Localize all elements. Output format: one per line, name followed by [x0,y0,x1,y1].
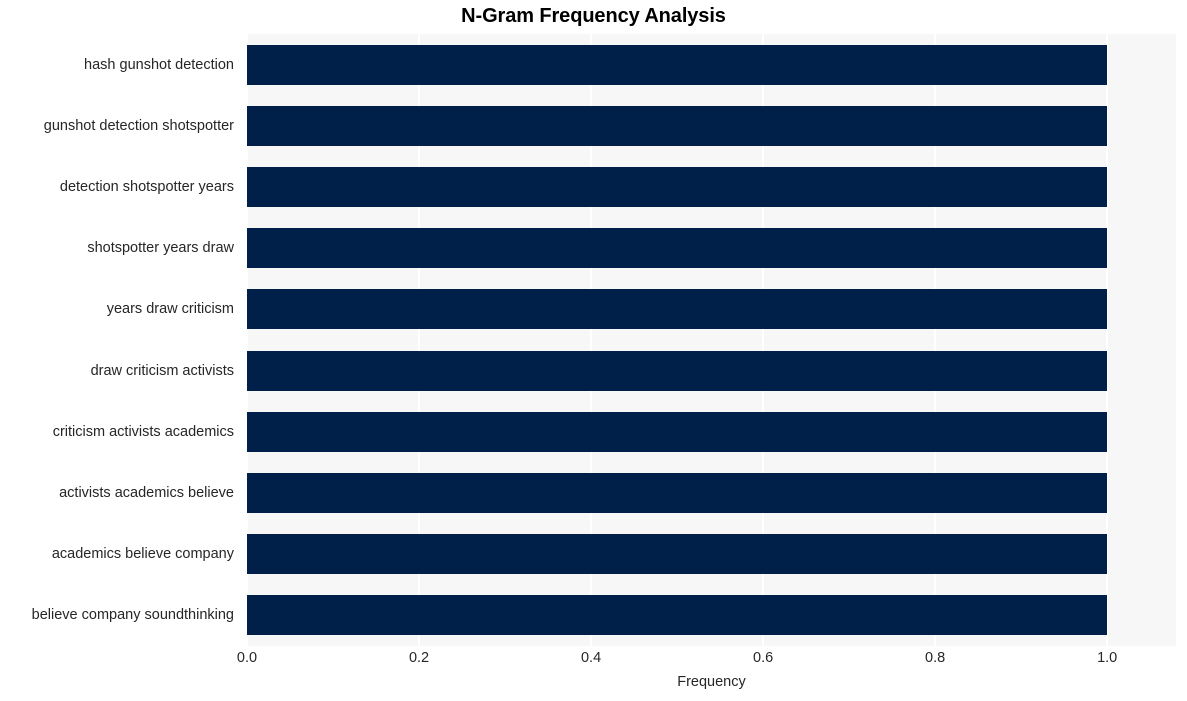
bar[interactable] [247,595,1108,636]
y-axis-label: gunshot detection shotspotter [43,117,234,134]
x-axis-tick-0.4: 0.4 [580,650,602,666]
bars-group [247,34,1176,646]
bar[interactable] [247,166,1108,207]
y-axis-label: criticism activists academics [52,423,234,440]
bar-row [247,218,1176,279]
y-axis-label: years draw criticism [106,301,234,318]
chart-figure: N-Gram Frequency Analysis hash gunshot d… [0,0,1187,701]
y-axis-label: draw criticism activists [90,362,234,379]
y-axis-label: shotspotter years draw [87,240,234,257]
x-axis-tick-0.0: 0.0 [236,650,258,666]
bar[interactable] [247,289,1108,330]
y-axis-label: academics believe company [51,546,234,563]
bar[interactable] [247,411,1108,452]
x-axis-tick-0.2: 0.2 [408,650,430,666]
x-axis-title: Frequency [677,674,746,690]
y-axis-label: hash gunshot detection [84,56,234,73]
chart-title: N-Gram Frequency Analysis [461,5,726,27]
bar[interactable] [247,105,1108,146]
x-axis-tick-labels: 0.0 0.2 0.4 0.6 0.8 1.0 [237,650,1176,670]
y-axis-category-labels: hash gunshot detection gunshot detection … [0,34,241,646]
bar[interactable] [247,472,1108,513]
y-axis-label: activists academics believe [59,484,234,501]
bar[interactable] [247,44,1108,85]
x-axis-tick-0.6: 0.6 [753,650,774,666]
x-axis-tick-1.0: 1.0 [1097,650,1118,666]
x-axis-tick-0.8: 0.8 [925,650,946,666]
bar-row [247,462,1176,523]
bar-row [247,279,1176,340]
bar[interactable] [247,228,1108,269]
bar[interactable] [247,534,1108,575]
bar-row [247,401,1176,462]
bar[interactable] [247,350,1108,391]
y-axis-label: believe company soundthinking [31,607,234,624]
bar-row [247,156,1176,217]
bar-row [247,585,1176,646]
plot-area [247,34,1176,646]
bar-row [247,524,1176,585]
bar-row [247,95,1176,156]
bar-row [247,340,1176,401]
y-axis-label: detection shotspotter years [59,178,234,195]
bar-row [247,34,1176,95]
